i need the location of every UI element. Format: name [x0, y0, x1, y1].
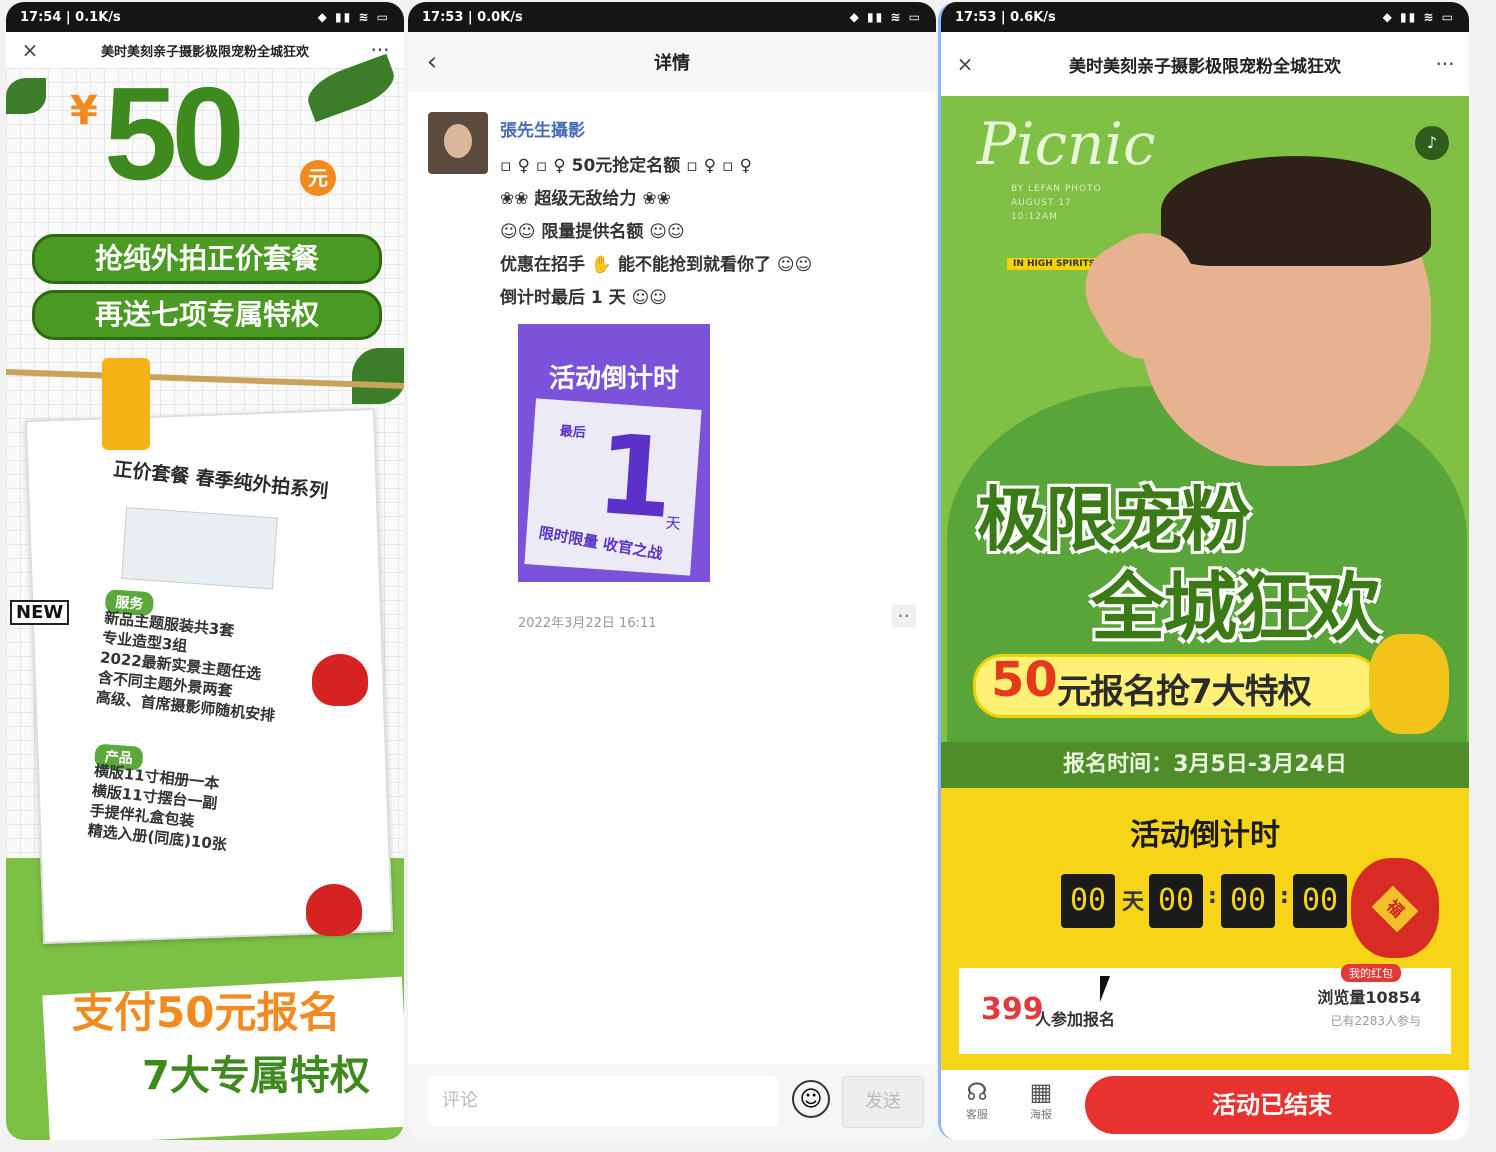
price-value: 50: [104, 60, 245, 207]
hero-banner: Picnic BY LEFAN PHOTO AUGUST 17 10:12AM …: [941, 96, 1469, 742]
comment-bar: 评论 ☺ 发送: [408, 1064, 936, 1140]
phone-screen-post-detail: 17:53 | 0.0K/s ◆ ▮▮ ≋ ▭ ‹ 详情 張先生攝影 ▫ ♀ ▫…: [408, 2, 936, 1140]
status-bar: 17:54 | 0.1K/s ◆ ▮▮ ≋ ▭: [6, 2, 404, 32]
customer-service-button[interactable]: ☊ 客服: [953, 1078, 1001, 1122]
product-list: 横版11寸相册一本 横版11寸摆台一副 手提伴礼盒包装 精选入册(同底)10张: [87, 761, 234, 855]
comment-input[interactable]: 评论: [428, 1076, 778, 1126]
spirit-tag: IN HIGH SPIRITS: [1007, 258, 1102, 270]
countdown-title: 活动倒计时: [1130, 818, 1280, 853]
day-unit: 天: [1122, 890, 1145, 915]
page-title: 美时美刻亲子摄影极限宠粉全城狂欢: [100, 44, 309, 60]
time-separator: :: [1208, 884, 1217, 909]
my-red-packet-tag[interactable]: 我的红包: [1341, 964, 1401, 982]
post-line: ▫ ♀ ▫ ♀ 50元抢定名额 ▫ ♀ ▫ ♀: [500, 156, 752, 176]
post-timestamp: 2022年3月22日 16:11: [518, 616, 657, 631]
emoji-icon[interactable]: ☺: [792, 1080, 830, 1118]
poster-body: ¥ 50 元 抢纯外拍正价套餐 再送七项专属特权 正价套餐 春季纯外拍系列 服务…: [6, 53, 404, 1140]
tiger-mascot-icon: [1369, 634, 1449, 734]
close-icon[interactable]: ×: [953, 52, 977, 76]
child-hair: [1161, 156, 1431, 266]
lucky-bag-icon[interactable]: 福: [1351, 858, 1439, 958]
countdown-hours: 00: [1149, 874, 1203, 928]
palm-leaf-decoration-left: [6, 78, 46, 114]
new-badge: NEW: [10, 600, 70, 625]
nav-bar: ‹ 详情: [408, 32, 936, 92]
countdown-seconds: 00: [1293, 874, 1347, 928]
more-icon[interactable]: ···: [1433, 52, 1457, 76]
picnic-script-text: Picnic: [977, 110, 1156, 178]
status-bar: 17:53 | 0.0K/s ◆ ▮▮ ≋ ▭: [408, 2, 936, 32]
hero-title-2: 全城狂欢: [1091, 565, 1381, 651]
close-icon[interactable]: ×: [18, 38, 42, 62]
pay-line-2: 7大专属特权: [142, 1053, 370, 1099]
price-unit: 元: [300, 160, 336, 196]
post-line: 优惠在招手 ✋ 能不能抢到就看你了 ☺☺: [500, 255, 813, 275]
red-lucky-bag-icon: [312, 654, 368, 706]
status-time: 17:53 | 0.6K/s: [955, 9, 1056, 25]
promo-number: 50: [991, 652, 1058, 708]
package-title: 正价套餐 春季纯外拍系列: [112, 458, 330, 503]
clothespin-decoration: [102, 358, 150, 450]
phone-screen-event: 17:53 | 0.6K/s ◆ ▮▮ ≋ ▭ × 美时美刻亲子摄影极限宠粉全城…: [938, 2, 1469, 1140]
page-title: 美时美刻亲子摄影极限宠粉全城狂欢: [1069, 56, 1341, 77]
service-label: 客服: [966, 1108, 988, 1121]
music-icon[interactable]: ♪: [1415, 126, 1449, 160]
join-label: 人参加报名: [1035, 1010, 1116, 1029]
countdown-image-title: 活动倒计时: [548, 364, 679, 394]
promo-pill-2: 再送七项专属特权: [32, 290, 382, 340]
mouse-cursor-icon: [1100, 976, 1110, 1002]
countdown-days: 00: [1061, 874, 1115, 928]
meta-line: 10:12AM: [1011, 212, 1058, 222]
page-title: 详情: [654, 53, 690, 74]
meta-line: AUGUST 17: [1011, 198, 1072, 208]
countdown-image[interactable]: 活动倒计时 最后 1 天 限时限量 收官之战: [518, 324, 710, 582]
price-symbol: ¥: [70, 88, 98, 134]
nav-bar: × 美时美刻亲子摄影极限宠粉全城狂欢 ···: [941, 32, 1469, 96]
pay-line-1: 支付50元报名: [72, 988, 341, 1037]
joined-count: 已有2283人参与: [1330, 1014, 1421, 1028]
post-text: ▫ ♀ ▫ ♀ 50元抢定名额 ▫ ♀ ▫ ♀ ❀❀ 超级无敌给力 ❀❀ ☺☺ …: [500, 150, 812, 315]
avatar[interactable]: [428, 112, 488, 174]
signup-time: 报名时间：3月5日-3月24日: [941, 742, 1469, 788]
qr-code-icon: ▦: [1029, 1078, 1053, 1106]
fortune-char: 福: [1371, 885, 1419, 933]
service-list: 新品主题服装共3套 专业造型3组 2022最新实景主题任选 含不同主题外景两套 …: [95, 608, 284, 726]
author-name[interactable]: 張先生攝影: [500, 116, 585, 141]
calendar-page: 最后 1 天 限时限量 收官之战: [524, 398, 702, 576]
promo-text: 元报名抢7大特权: [1057, 672, 1312, 712]
poster-button[interactable]: ▦ 海报: [1017, 1078, 1065, 1122]
meta-line: BY LEFAN PHOTO: [1011, 184, 1102, 194]
more-actions-button[interactable]: ··: [891, 604, 916, 628]
status-time: 17:54 | 0.1K/s: [20, 9, 121, 25]
headset-icon: ☊: [966, 1078, 988, 1106]
status-icons: ◆ ▮▮ ≋ ▭: [1382, 10, 1455, 24]
post-line: 倒计时最后 1 天 ☺☺: [500, 288, 668, 308]
time-separator: :: [1280, 884, 1289, 909]
hero-meta: BY LEFAN PHOTO AUGUST 17 10:12AM: [1011, 182, 1102, 224]
status-icons: ◆ ▮▮ ≋ ▭: [317, 10, 390, 24]
monstera-leaf-decoration: [352, 348, 404, 404]
bottom-action-bar: ☊ 客服 ▦ 海报 活动已结束: [941, 1070, 1469, 1140]
status-icons: ◆ ▮▮ ≋ ▭: [849, 10, 922, 24]
status-bar: 17:53 | 0.6K/s ◆ ▮▮ ≋ ▭: [941, 2, 1469, 32]
status-time: 17:53 | 0.0K/s: [422, 9, 523, 25]
countdown-minutes: 00: [1221, 874, 1275, 928]
post-line: ☺☺ 限量提供名额 ☺☺: [500, 222, 685, 242]
back-icon[interactable]: ‹: [420, 47, 444, 77]
studio-photo: [121, 507, 278, 590]
event-ended-button[interactable]: 活动已结束: [1085, 1076, 1459, 1134]
send-button[interactable]: 发送: [842, 1076, 924, 1128]
poster-label: 海报: [1030, 1108, 1052, 1121]
countdown-image-number: 1: [592, 409, 678, 544]
red-lucky-bag-icon: [306, 884, 362, 936]
countdown-image-small: 最后: [559, 424, 587, 441]
view-count: 浏览量10854: [1317, 988, 1421, 1007]
promo-pill-1: 抢纯外拍正价套餐: [32, 234, 382, 284]
countdown-image-unit: 天: [665, 513, 682, 533]
post-line: ❀❀ 超级无敌给力 ❀❀: [500, 189, 671, 209]
rope-decoration: [6, 369, 404, 389]
phone-screen-poster: 17:54 | 0.1K/s ◆ ▮▮ ≋ ▭ × 美时美刻亲子摄影极限宠粉全城…: [6, 2, 404, 1140]
countdown-section: 活动倒计时 00 天 00 : 00 : 00 福 399 人参加报名 浏览量1…: [941, 788, 1469, 1070]
